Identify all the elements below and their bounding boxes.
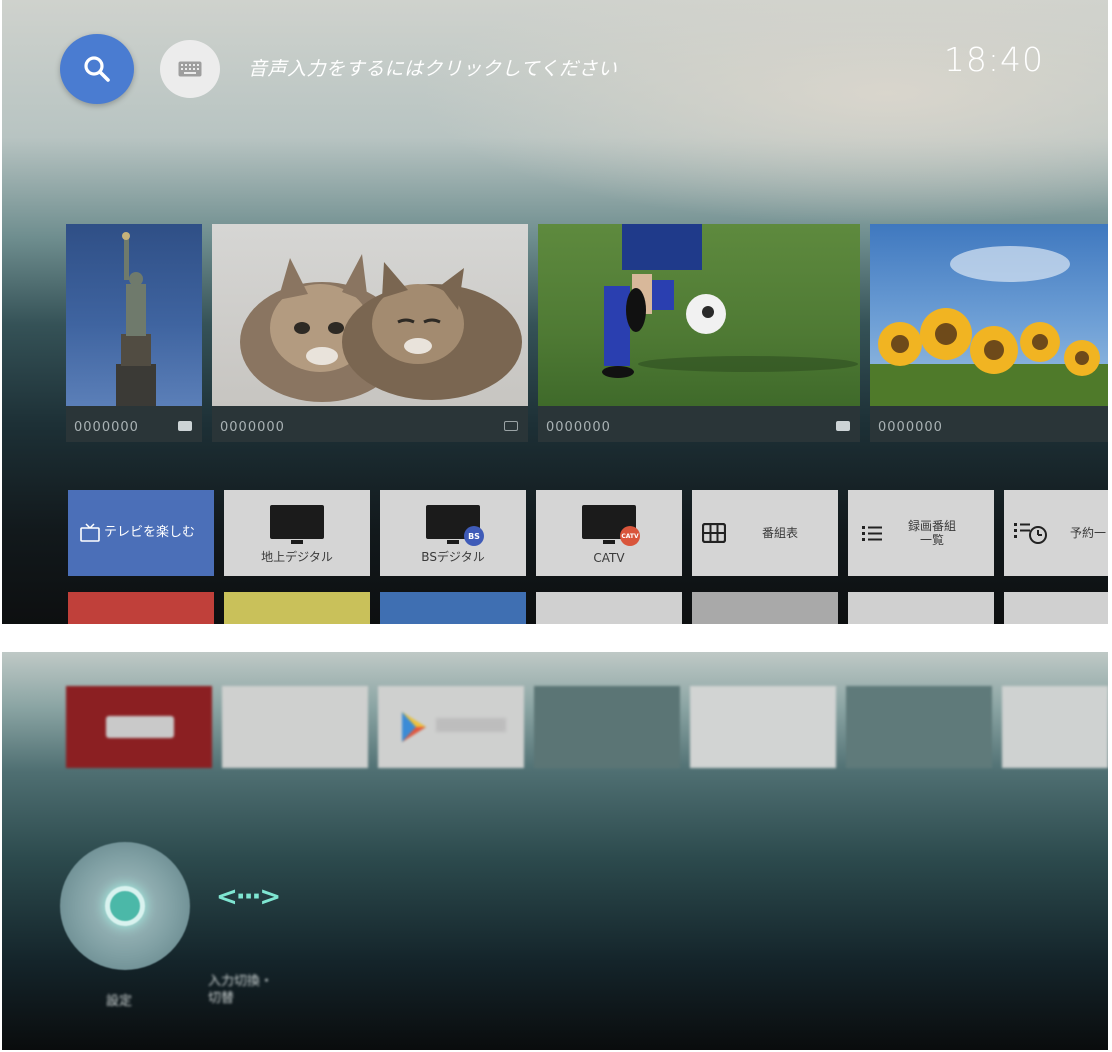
tile-label: CATV [593,551,625,565]
content-card[interactable]: 0000000 [870,224,1108,442]
content-card[interactable]: 0000000 [538,224,860,442]
tile-label: BSデジタル [421,550,485,564]
tile-tv-enjoy[interactable]: テレビを楽しむ [68,490,214,576]
card-label: 0000000 [220,420,285,435]
red-tile[interactable] [68,592,214,624]
blue-tile[interactable] [380,592,526,624]
cast-icon [504,421,518,431]
app-tile[interactable] [846,686,992,768]
tv-icon [80,523,100,542]
cats-thumbnail [212,224,528,406]
tile-label: 番組表 [762,525,799,540]
schedule-list-icon [1014,523,1047,544]
settings-label: 設定 [106,994,133,1009]
youtube-logo [106,716,174,738]
app-tile[interactable] [1002,686,1108,768]
app-tile[interactable] [848,592,994,624]
play-icon [836,421,850,431]
media-type-icon [178,421,192,431]
card-label: 0000000 [878,420,943,435]
tile-reservations[interactable]: 予約一 [1004,490,1108,576]
recordings-label-line1: 録画番組 [908,518,957,533]
sunflowers-thumbnail [870,224,1108,406]
clock: 18:40 [943,40,1044,79]
composite-screenshot: 音声入力をするにはクリックしてください 18:40 0000000 000000… [0,0,1112,1052]
television-icon [270,505,324,544]
android-tv-home-bottom: 設定 <···> 入力切換・ 切替 [2,652,1108,1050]
catv-badge: CATV [620,526,640,546]
input-switch-label: 入力切換・ 切替 [208,974,274,1006]
content-card[interactable]: 0000000 [212,224,528,442]
search-button[interactable] [60,34,134,104]
keyboard-button[interactable] [160,40,220,98]
yellow-tile[interactable] [224,592,370,624]
google-play-label [436,718,506,732]
google-play-icon [402,712,426,742]
soccer-thumbnail [538,224,860,406]
settings-button[interactable] [60,842,190,970]
app-tile[interactable] [222,686,368,768]
tile-label: 予約一 [1070,525,1107,540]
search-icon [84,56,110,82]
app-tile[interactable] [1004,592,1108,624]
app-tile[interactable] [534,686,680,768]
recordings-label-line2: 一覧 [920,533,945,547]
tile-recordings[interactable]: 録画番組 一覧 [848,490,994,576]
voice-input-hint: 音声入力をするにはクリックしてください [248,58,618,80]
tile-label: 地上デジタル [261,550,333,564]
keyboard-icon [178,61,202,77]
grid-icon [702,523,726,543]
statue-of-liberty-thumbnail [66,224,202,406]
app-tile[interactable] [692,592,838,624]
card-label: 0000000 [546,420,611,435]
tile-catv[interactable]: CATV CATV [536,490,682,576]
android-tv-home-top: 音声入力をするにはクリックしてください 18:40 0000000 000000… [2,0,1108,624]
google-play-tile[interactable] [378,686,524,768]
app-tile[interactable] [690,686,836,768]
list-icon [862,526,882,541]
tile-terrestrial-digital[interactable]: 地上デジタル [224,490,370,576]
content-card[interactable]: 0000000 [66,224,202,442]
youtube-tile[interactable] [66,686,212,768]
app-tile[interactable] [536,592,682,624]
tile-program-guide[interactable]: 番組表 [692,490,838,576]
tile-label: 録画番組 一覧 [908,490,956,576]
settings-gear-icon [105,886,145,926]
tile-label: テレビを楽しむ [104,525,196,541]
input-switch-icon[interactable]: <···> [216,882,281,912]
card-label: 0000000 [74,420,139,435]
bs-badge: BS [464,526,484,546]
tile-bs-digital[interactable]: BS BSデジタル [380,490,526,576]
